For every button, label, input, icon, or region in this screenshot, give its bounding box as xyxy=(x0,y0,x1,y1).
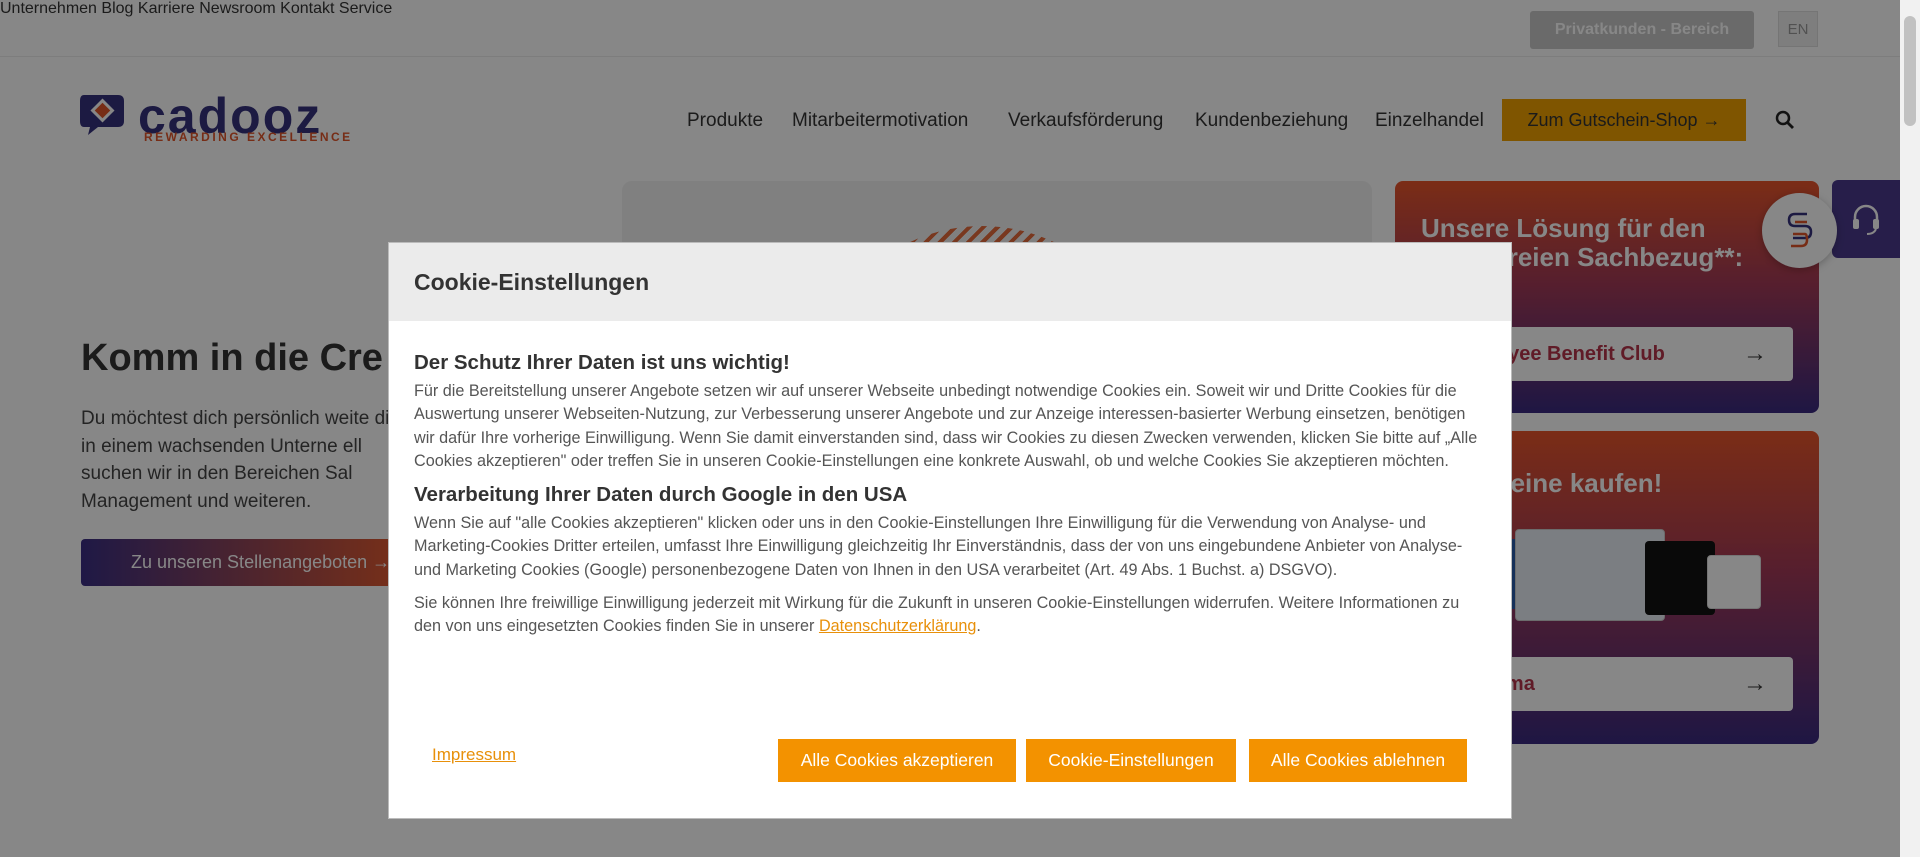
period: . xyxy=(976,617,981,636)
dialog-title: Cookie-Einstellungen xyxy=(414,268,650,295)
privacy-heading: Der Schutz Ihrer Daten ist uns wichtig! xyxy=(414,351,790,374)
cookie-consent-dialog: Cookie-Einstellungen Der Schutz Ihrer Da… xyxy=(388,242,1512,819)
privacy-paragraph: Für die Bereitstellung unserer Angebote … xyxy=(414,382,1478,470)
cookie-settings-button[interactable]: Cookie-Einstellungen xyxy=(1026,739,1236,782)
google-usa-paragraph: Wenn Sie auf "alle Cookies akzeptieren" … xyxy=(414,514,1463,579)
dialog-body: Der Schutz Ihrer Daten ist uns wichtig! … xyxy=(414,351,1489,639)
revoke-paragraph: Sie können Ihre freiwillige Einwilligung… xyxy=(414,592,1489,639)
google-usa-heading: Verarbeitung Ihrer Daten durch Google in… xyxy=(414,483,908,507)
impressum-link[interactable]: Impressum xyxy=(432,745,516,765)
privacy-policy-link[interactable]: Datenschutzerklärung xyxy=(819,617,976,635)
dialog-header: Cookie-Einstellungen xyxy=(389,243,1511,321)
scrollbar-thumb[interactable] xyxy=(1904,16,1916,126)
accept-all-cookies-button[interactable]: Alle Cookies akzeptieren xyxy=(778,739,1016,782)
reject-all-cookies-button[interactable]: Alle Cookies ablehnen xyxy=(1249,739,1467,782)
page-scrollbar[interactable] xyxy=(1900,0,1920,857)
